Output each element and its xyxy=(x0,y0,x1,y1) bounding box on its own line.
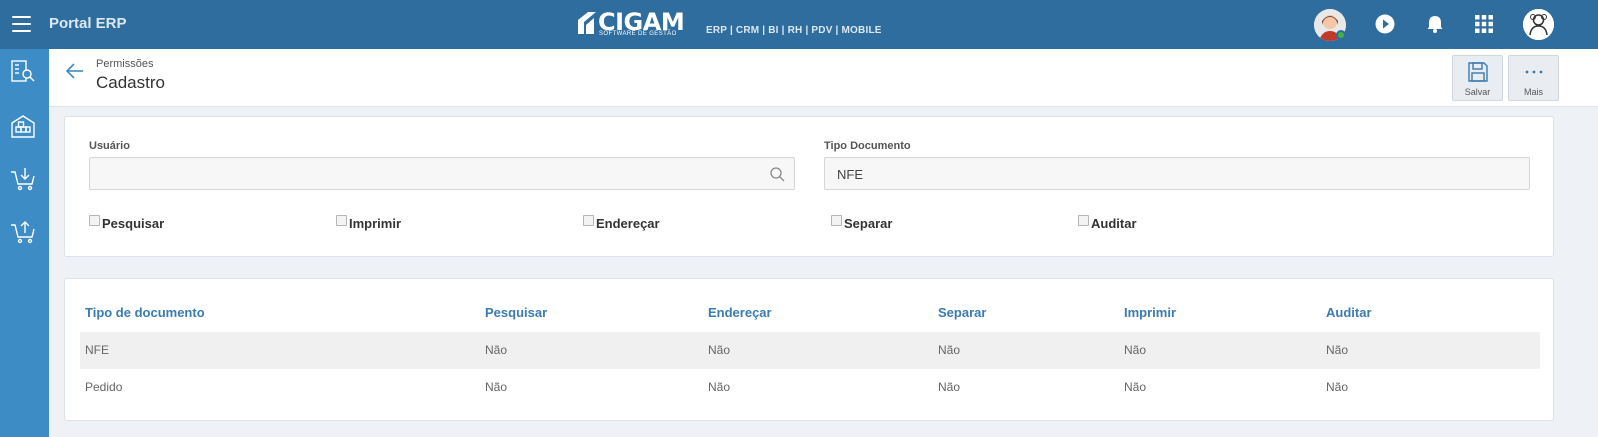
checkbox-label: Pesquisar xyxy=(102,216,165,231)
checkbox-box[interactable] xyxy=(583,215,594,226)
user-avatar-icon[interactable] xyxy=(1523,9,1554,40)
more-label: Mais xyxy=(1523,87,1543,97)
cart-ship-icon[interactable] xyxy=(10,219,36,245)
table-cell: Não xyxy=(938,343,961,357)
table-cell: Não xyxy=(1124,380,1147,394)
search-icon[interactable] xyxy=(769,166,786,183)
checkbox-label: Separar xyxy=(844,216,893,231)
back-arrow-icon[interactable] xyxy=(65,62,85,80)
checkbox-box[interactable] xyxy=(831,215,842,226)
more-button[interactable]: Mais xyxy=(1508,55,1559,101)
cigam-mark-icon xyxy=(578,12,596,34)
tipo-documento-label: Tipo Documento xyxy=(824,140,911,152)
sidebar xyxy=(0,49,49,437)
column-header-separar[interactable]: Separar xyxy=(938,305,986,320)
checkbox-box[interactable] xyxy=(89,215,100,226)
column-header-auditar[interactable]: Auditar xyxy=(1326,305,1372,320)
cart-receive-icon[interactable] xyxy=(10,166,36,192)
table-cell: Não xyxy=(1326,343,1349,357)
portal-title[interactable]: Portal ERP xyxy=(49,15,127,32)
warehouse-icon[interactable] xyxy=(10,113,36,139)
table-cell: Não xyxy=(485,343,508,357)
modules-list[interactable]: ERP | CRM | BI | RH | PDV | MOBILE xyxy=(706,25,882,36)
table-cell: NFE xyxy=(85,343,109,357)
column-header-pesquisar[interactable]: Pesquisar xyxy=(485,305,547,320)
checkbox-separar[interactable]: Separar xyxy=(831,215,892,231)
checkbox-enderecar[interactable]: Endereçar xyxy=(583,215,660,231)
logo-subtext: SOFTWARE DE GESTÃO xyxy=(599,31,677,37)
table-cell: Não xyxy=(1326,380,1349,394)
table-cell: Pedido xyxy=(85,380,123,394)
more-icon xyxy=(1525,70,1543,74)
checkbox-label: Imprimir xyxy=(349,216,402,231)
top-bar: Portal ERP CIGAM SOFTWARE DE GESTÃO ERP … xyxy=(0,0,1598,49)
table-cell: Não xyxy=(1124,343,1147,357)
cigam-logo: CIGAM SOFTWARE DE GESTÃO xyxy=(578,8,698,38)
table-cell: Não xyxy=(485,380,508,394)
tipo-documento-value: NFE xyxy=(837,167,863,182)
table-row[interactable] xyxy=(80,369,1540,406)
page-title: Cadastro xyxy=(96,73,165,92)
page-header: Permissões Cadastro Salvar Mais xyxy=(49,49,1598,107)
column-header-enderecar[interactable]: Endereçar xyxy=(708,305,772,320)
apps-grid-icon[interactable] xyxy=(1473,13,1495,35)
breadcrumb[interactable]: Permissões xyxy=(96,58,153,70)
usuario-label: Usuário xyxy=(89,140,130,152)
column-header-tipo-documento[interactable]: Tipo de documento xyxy=(85,305,205,320)
hamburger-icon[interactable] xyxy=(12,16,31,32)
bell-icon[interactable] xyxy=(1424,13,1446,35)
table-cell: Não xyxy=(708,380,731,394)
save-button[interactable]: Salvar xyxy=(1452,55,1503,101)
online-status-dot xyxy=(1336,30,1346,40)
usuario-input[interactable] xyxy=(89,157,795,190)
checkbox-pesquisar[interactable]: Pesquisar xyxy=(89,215,164,231)
inventory-search-icon[interactable] xyxy=(10,59,36,85)
checkbox-auditar[interactable]: Auditar xyxy=(1078,215,1137,231)
column-header-imprimir[interactable]: Imprimir xyxy=(1124,305,1176,320)
table-row[interactable] xyxy=(80,332,1540,369)
play-icon[interactable] xyxy=(1374,13,1396,35)
checkbox-box[interactable] xyxy=(336,215,347,226)
checkbox-label: Auditar xyxy=(1091,216,1137,231)
table-cell: Não xyxy=(938,380,961,394)
save-label: Salvar xyxy=(1464,87,1491,97)
tipo-documento-input[interactable]: NFE xyxy=(824,157,1530,190)
checkbox-label: Endereçar xyxy=(596,216,660,231)
checkbox-imprimir[interactable]: Imprimir xyxy=(336,215,401,231)
checkbox-box[interactable] xyxy=(1078,215,1089,226)
table-cell: Não xyxy=(708,343,731,357)
save-icon xyxy=(1468,62,1488,82)
